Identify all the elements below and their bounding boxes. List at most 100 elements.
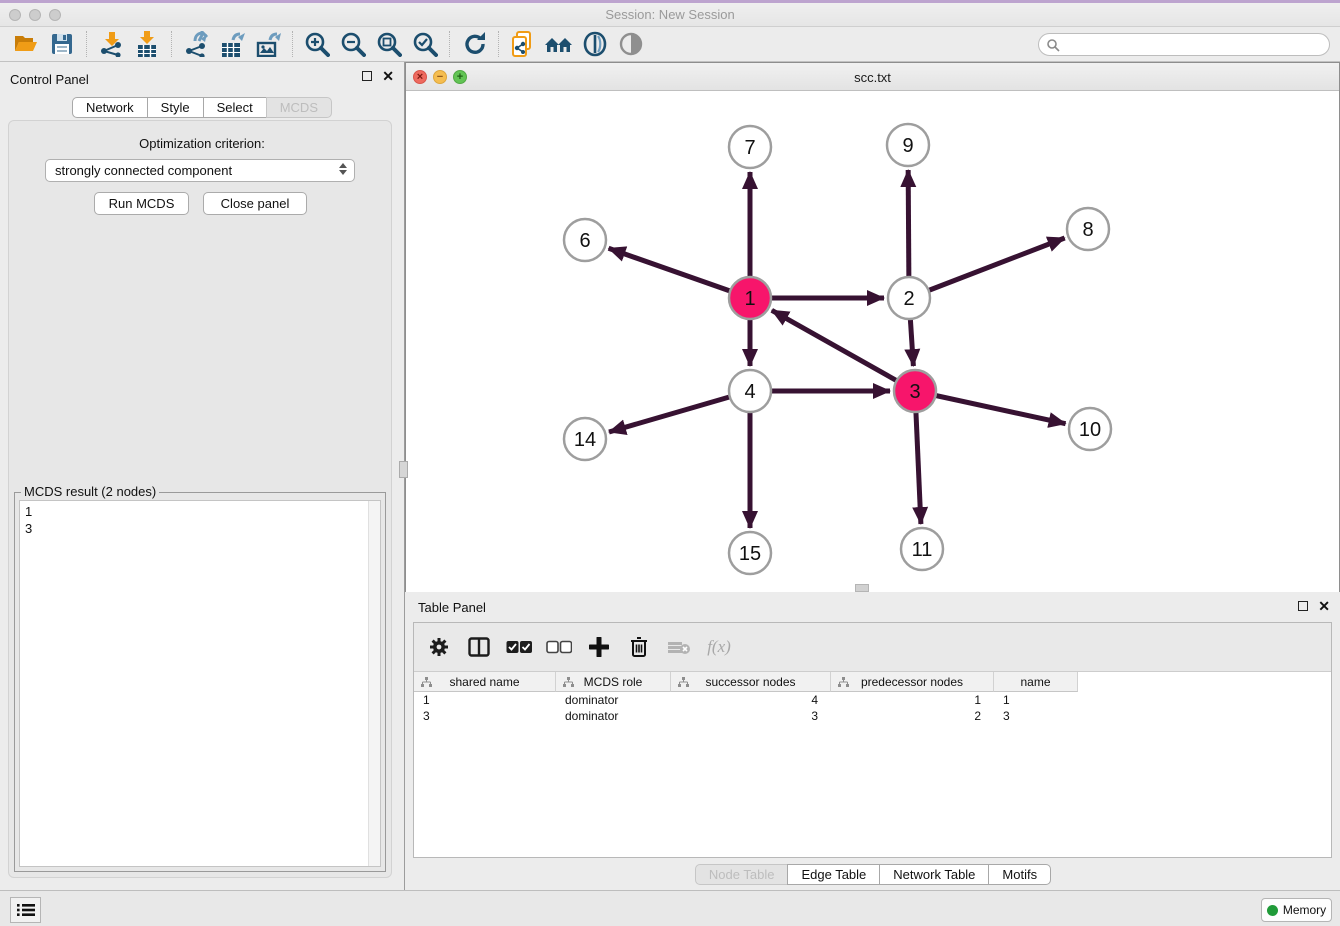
table-cell[interactable]: 1 [994, 692, 1078, 708]
column-layout-button[interactable] [466, 634, 492, 660]
import-network-button[interactable] [93, 29, 129, 59]
column-header-predecessor-nodes[interactable]: predecessor nodes [831, 672, 994, 692]
zoom-out-button[interactable] [335, 29, 371, 59]
edge-1-6[interactable] [609, 248, 750, 298]
control-panel-title: Control Panel [0, 72, 89, 87]
annotation-button[interactable] [577, 29, 613, 59]
svg-text:3: 3 [909, 381, 920, 403]
node-9[interactable]: 9 [887, 124, 929, 166]
node-8[interactable]: 8 [1067, 208, 1109, 250]
horizontal-splitter-handle[interactable] [855, 584, 869, 592]
node-1[interactable]: 1 [729, 277, 771, 319]
show-hide-button[interactable] [613, 29, 649, 59]
import-table-icon [134, 31, 160, 57]
table-cell[interactable]: dominator [556, 708, 671, 724]
search-field[interactable] [1038, 33, 1330, 56]
tab-select[interactable]: Select [203, 97, 267, 118]
table-panel: Table Panel ✕ [406, 592, 1340, 890]
zoom-out-icon [340, 31, 366, 57]
node-10[interactable]: 10 [1069, 408, 1111, 450]
close-table-panel-icon[interactable]: ✕ [1318, 601, 1330, 611]
table-cell[interactable]: 1 [831, 692, 994, 708]
node-3[interactable]: 3 [894, 370, 936, 412]
node-15[interactable]: 15 [729, 532, 771, 574]
vertical-splitter-handle[interactable] [399, 461, 408, 478]
export-network-button[interactable] [178, 29, 214, 59]
tab-node-table[interactable]: Node Table [695, 864, 789, 885]
import-network-icon [98, 31, 124, 57]
add-column-button[interactable] [586, 634, 612, 660]
mcds-result-title: MCDS result (2 nodes) [21, 484, 159, 499]
search-input[interactable] [1060, 38, 1329, 52]
column-header-shared-name[interactable]: shared name [414, 672, 556, 692]
table-settings-button[interactable] [426, 634, 452, 660]
close-panel-button[interactable]: Close panel [203, 192, 307, 215]
refresh-button[interactable] [456, 29, 492, 59]
table-cell[interactable]: 1 [414, 692, 556, 708]
column-layout-icon [468, 637, 490, 657]
tab-network-table[interactable]: Network Table [879, 864, 989, 885]
mcds-result-text[interactable]: 1 3 [19, 500, 381, 867]
tab-mcds[interactable]: MCDS [266, 97, 332, 118]
table-cell[interactable]: 3 [671, 708, 831, 724]
result-scrollbar[interactable] [368, 501, 380, 866]
optimization-criterion-dropdown[interactable]: strongly connected component [45, 159, 355, 182]
close-panel-icon[interactable]: ✕ [382, 71, 394, 81]
node-11[interactable]: 11 [901, 528, 943, 570]
node-6[interactable]: 6 [564, 219, 606, 261]
export-image-button[interactable] [250, 29, 286, 59]
node-14[interactable]: 14 [564, 418, 606, 460]
table-row[interactable]: 1dominator411 [414, 692, 1331, 708]
export-table-button[interactable] [214, 29, 250, 59]
deselect-all-button[interactable] [546, 634, 572, 660]
table-row[interactable]: 3dominator323 [414, 708, 1331, 724]
tab-network[interactable]: Network [72, 97, 148, 118]
table-cell[interactable]: 2 [831, 708, 994, 724]
table-cell[interactable]: 3 [414, 708, 556, 724]
close-window-button[interactable] [9, 9, 21, 21]
zoom-in-button[interactable] [299, 29, 335, 59]
new-network-from-selection-button[interactable] [505, 29, 541, 59]
run-mcds-button[interactable]: Run MCDS [94, 192, 189, 215]
column-type-icon [421, 677, 432, 687]
minimize-window-button[interactable] [29, 9, 41, 21]
zoom-fit-button[interactable] [371, 29, 407, 59]
zoom-selected-button[interactable] [407, 29, 443, 59]
node-4[interactable]: 4 [729, 370, 771, 412]
edge-3-10[interactable] [915, 391, 1066, 424]
task-history-button[interactable] [10, 897, 41, 923]
import-table-button[interactable] [129, 29, 165, 59]
column-header-MCDS-role[interactable]: MCDS role [556, 672, 671, 692]
delete-table-button[interactable] [666, 634, 692, 660]
save-session-button[interactable] [44, 29, 80, 59]
first-neighbors-button[interactable] [541, 29, 577, 59]
tab-style[interactable]: Style [147, 97, 204, 118]
tab-edge-table[interactable]: Edge Table [787, 864, 880, 885]
network-graph: 7 9 6 8 1 2 4 3 14 10 15 11 [406, 91, 1339, 592]
column-header-name[interactable]: name [994, 672, 1078, 692]
edge-3-1[interactable] [772, 310, 915, 391]
delete-column-button[interactable] [626, 634, 652, 660]
column-header-successor-nodes[interactable]: successor nodes [671, 672, 831, 692]
network-window-titlebar: × − + scc.txt [406, 63, 1339, 91]
select-all-button[interactable] [506, 634, 532, 660]
table-cell[interactable]: 3 [994, 708, 1078, 724]
float-panel-icon[interactable] [362, 71, 372, 81]
maximize-network-button[interactable]: + [453, 70, 467, 84]
svg-text:10: 10 [1079, 419, 1101, 441]
close-network-button[interactable]: × [413, 70, 427, 84]
float-table-panel-icon[interactable] [1298, 601, 1308, 611]
function-builder-button[interactable]: f(x) [706, 634, 732, 660]
table-cell[interactable]: dominator [556, 692, 671, 708]
table-cell[interactable]: 4 [671, 692, 831, 708]
node-7[interactable]: 7 [729, 126, 771, 168]
open-session-button[interactable] [8, 29, 44, 59]
network-canvas[interactable]: 7 9 6 8 1 2 4 3 14 10 15 11 [406, 91, 1339, 592]
node-2[interactable]: 2 [888, 277, 930, 319]
column-header-label: predecessor nodes [831, 675, 993, 689]
edge-2-8[interactable] [909, 238, 1065, 298]
zoom-window-button[interactable] [49, 9, 61, 21]
tab-motifs[interactable]: Motifs [988, 864, 1051, 885]
minimize-network-button[interactable]: − [433, 70, 447, 84]
memory-button[interactable]: Memory [1261, 898, 1332, 922]
